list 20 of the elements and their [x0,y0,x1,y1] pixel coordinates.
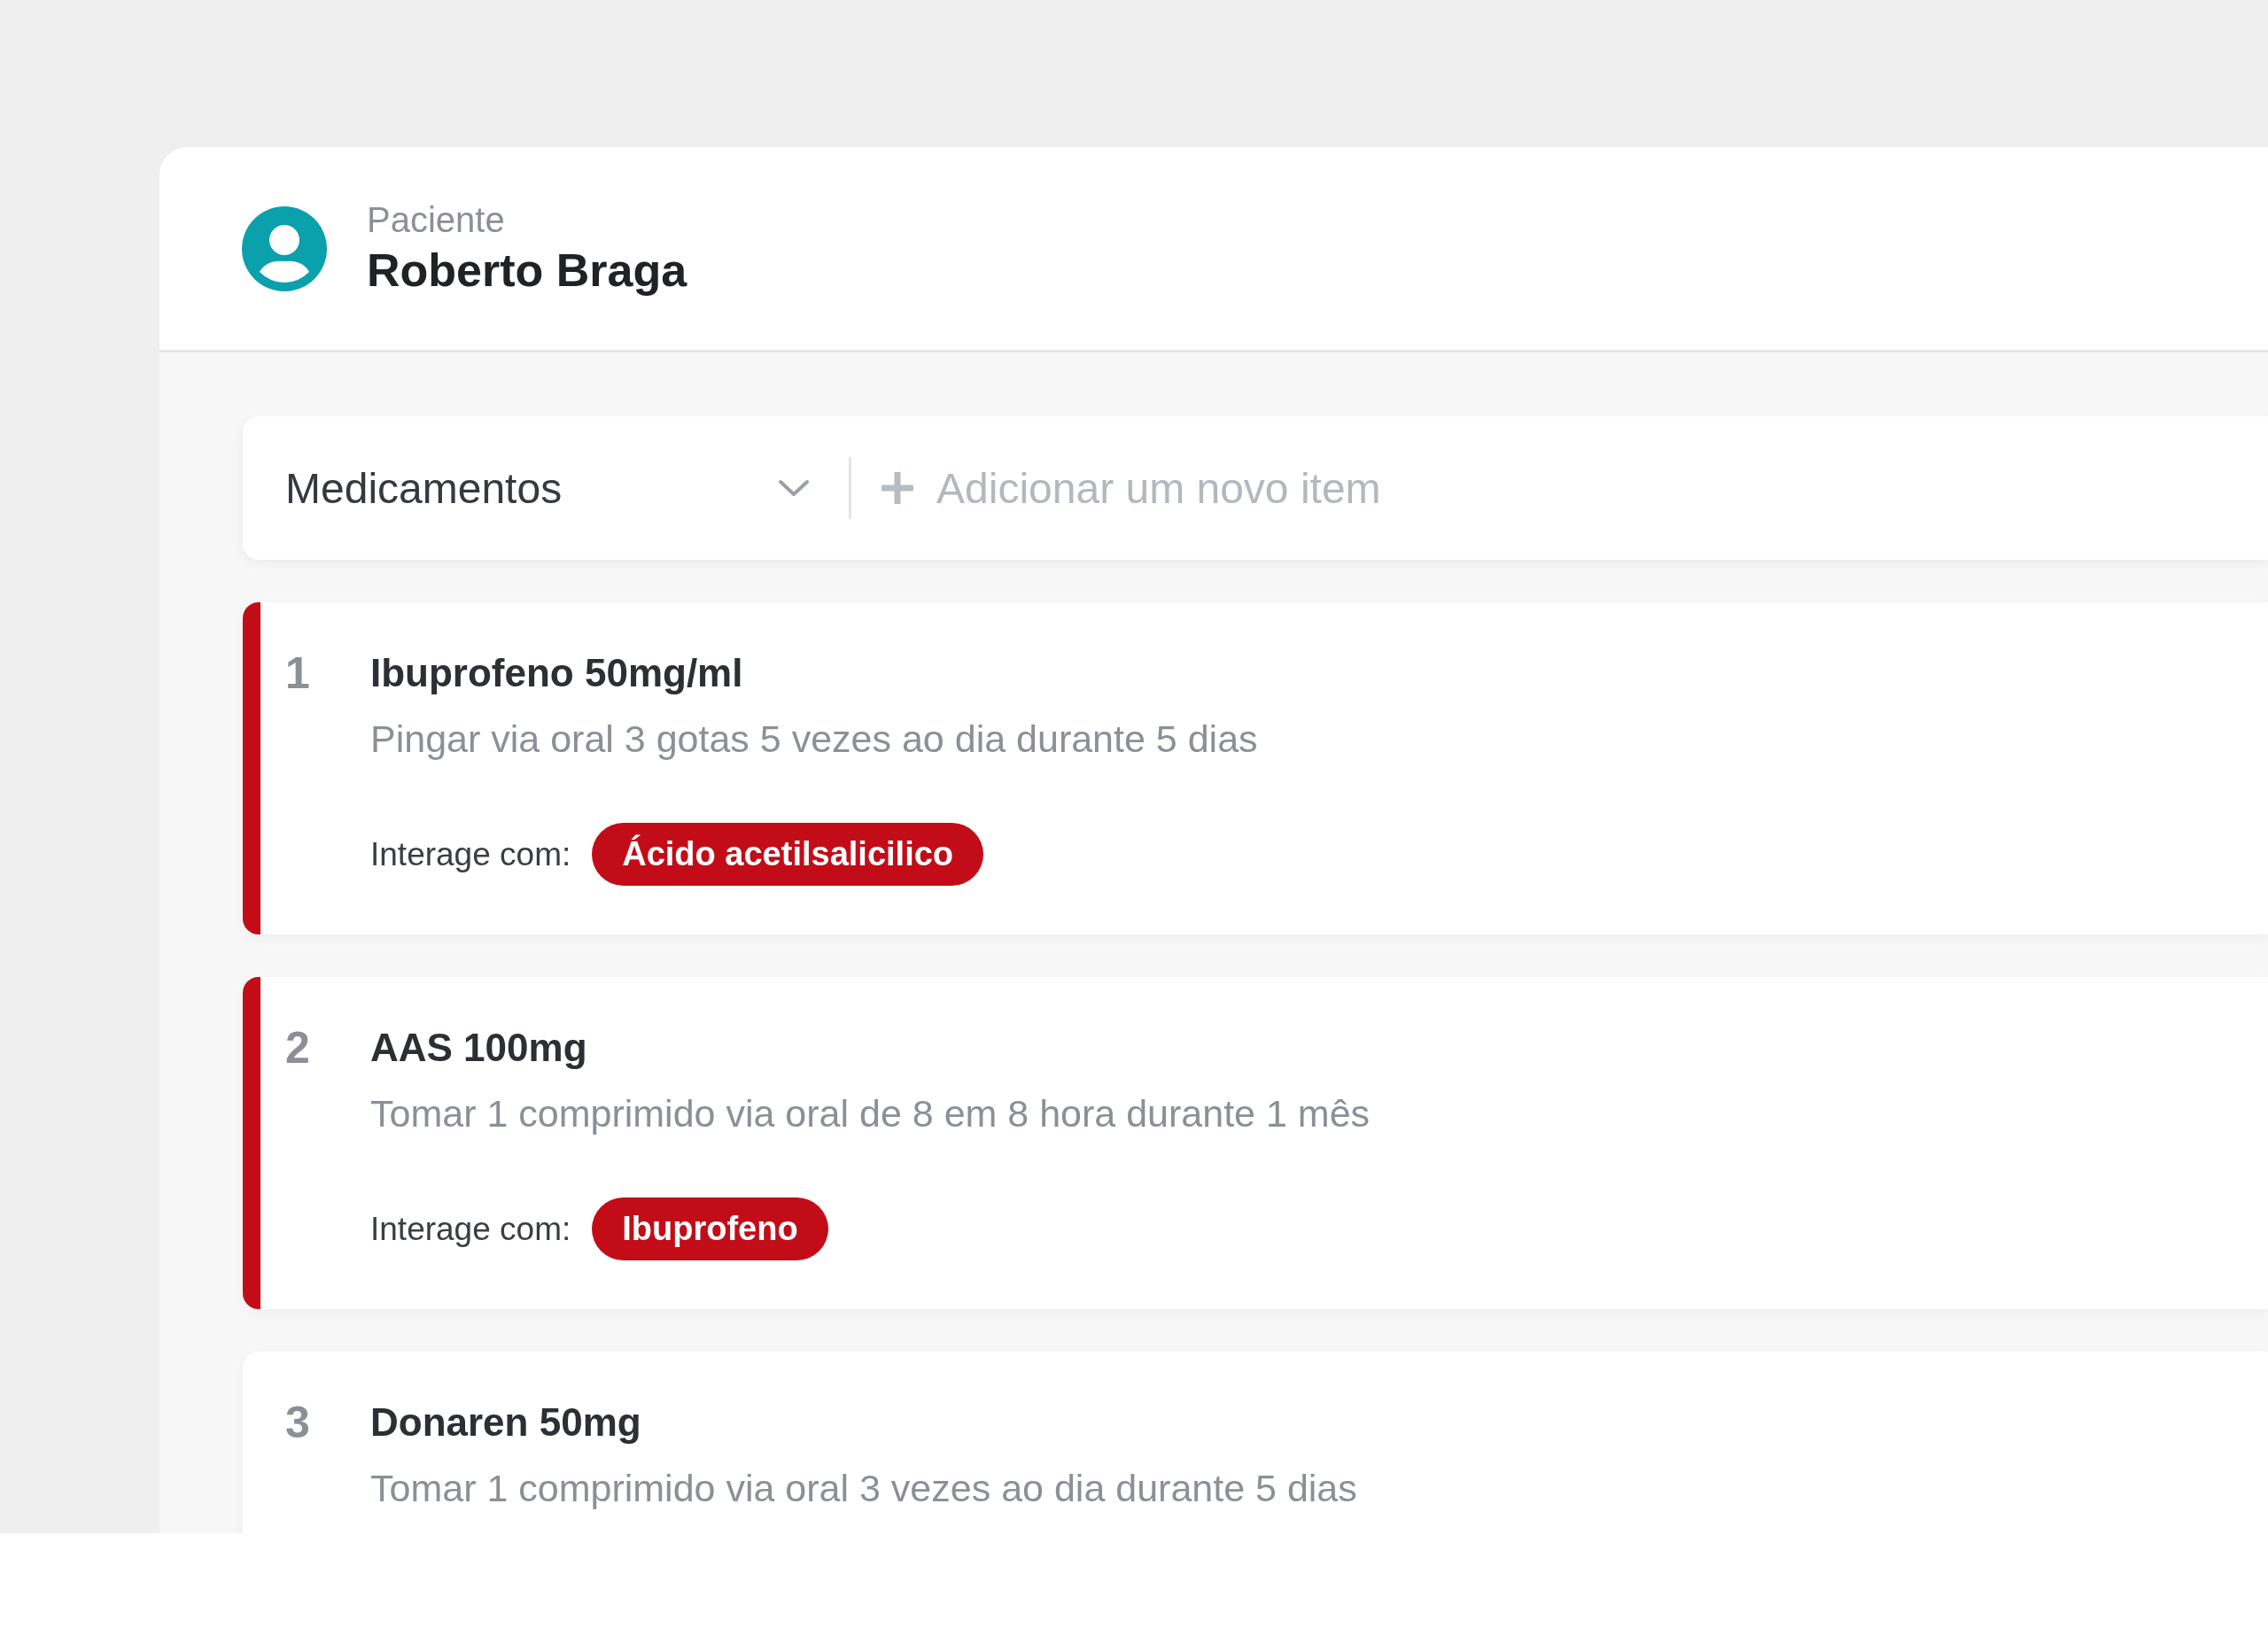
medication-instructions: Tomar 1 comprimido via oral 3 vezes ao dia durante 5 dias [370,1467,1357,1510]
medication-name: AAS 100mg [370,1025,588,1071]
medication-name: Donaren 50mg [370,1399,642,1446]
item-number: 1 [285,647,311,700]
plus-icon [882,472,913,504]
interaction-badge: Ácido acetilsalicilico [592,823,984,886]
medication-instructions: Pingar via oral 3 gotas 5 vezes ao dia durante 5 dias [370,717,1258,761]
category-dropdown[interactable]: Medicamentos [285,463,817,513]
medication-instructions: Tomar 1 comprimido via oral de 8 em 8 hora durante 1 mês [370,1092,1371,1136]
chevron-down-icon [778,479,810,497]
interaction-label: Interage com: [370,835,571,873]
patient-label: Paciente [367,200,506,240]
user-avatar-icon [242,205,327,291]
add-item-field[interactable]: Adicionar um novo item [935,462,2268,514]
interaction-badge: Ibuprofeno [592,1198,828,1260]
item-number: 3 [285,1397,311,1449]
interaction-label: Interage com: [370,1210,571,1248]
item-number: 2 [285,1022,311,1074]
patient-name: Roberto Braga [367,244,687,297]
medication-name: Ibuprofeno 50mg/ml [370,650,744,696]
